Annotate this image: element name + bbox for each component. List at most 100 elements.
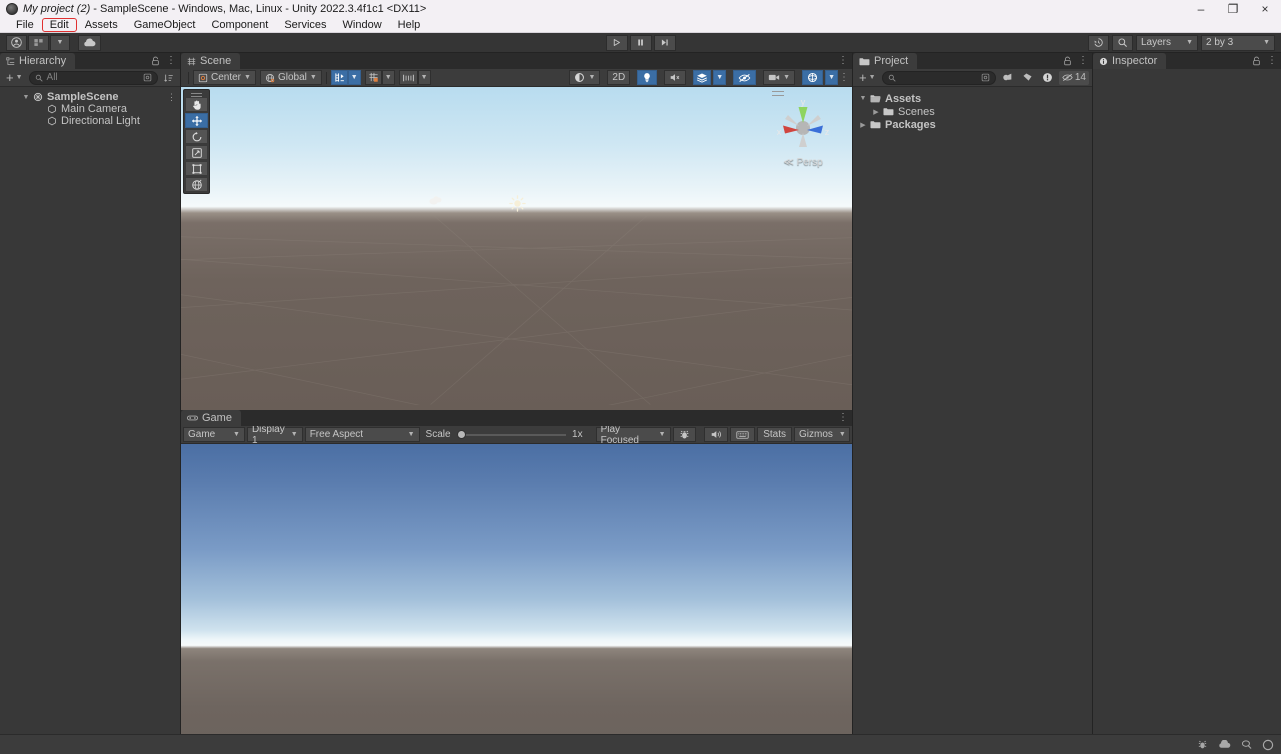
bug-icon[interactable] xyxy=(1195,738,1209,752)
hand-tool[interactable] xyxy=(185,97,208,112)
layout-dropdown[interactable]: 2 by 3▼ xyxy=(1201,35,1275,51)
hierarchy-item-directional-light[interactable]: Directional Light xyxy=(0,115,180,127)
menu-file[interactable]: File xyxy=(8,18,42,32)
more-menu-icon[interactable]: ⋮ xyxy=(1267,55,1277,66)
tab-project[interactable]: Project xyxy=(853,53,917,69)
tab-hierarchy[interactable]: Hierarchy xyxy=(0,53,75,69)
minimize-button[interactable]: – xyxy=(1185,0,1217,17)
game-view-dropdown[interactable]: Game▼ xyxy=(183,427,245,442)
aspect-ratio-dropdown[interactable]: Free Aspect▼ xyxy=(305,427,420,442)
save-search-icon[interactable] xyxy=(981,73,990,82)
vsync-icon[interactable] xyxy=(730,427,755,442)
layers-dropdown[interactable]: Layers▼ xyxy=(1136,35,1198,51)
menu-edit[interactable]: Edit xyxy=(42,18,77,32)
play-button[interactable] xyxy=(606,35,628,51)
menu-assets[interactable]: Assets xyxy=(77,18,126,32)
pivot-mode-button[interactable]: Center ▼ xyxy=(193,70,256,85)
project-item-assets[interactable]: ▼ Assets xyxy=(853,92,1092,105)
scale-tool[interactable] xyxy=(185,145,208,160)
scene-viewport[interactable]: y x z xyxy=(181,87,852,410)
project-search-input[interactable] xyxy=(882,71,996,85)
stats-button[interactable]: Stats xyxy=(757,427,792,442)
debug-bug-icon[interactable] xyxy=(673,427,696,442)
favorite-icon[interactable] xyxy=(999,71,1016,85)
game-gizmos-dropdown[interactable]: Gizmos▼ xyxy=(794,427,850,442)
hierarchy-item-main-camera[interactable]: Main Camera xyxy=(0,103,180,115)
collab-icon[interactable] xyxy=(28,35,49,51)
effects-dropdown[interactable]: ▼ xyxy=(713,70,726,85)
step-button[interactable] xyxy=(654,35,676,51)
game-viewport[interactable] xyxy=(181,444,852,754)
toggle-2d-button[interactable]: 2D xyxy=(607,70,630,85)
shading-mode-button[interactable]: ▼ xyxy=(569,70,600,85)
tab-inspector[interactable]: Inspector xyxy=(1093,53,1166,69)
inspector-body[interactable] xyxy=(1093,69,1281,754)
align-tool-toggle[interactable] xyxy=(399,70,418,85)
more-menu-icon[interactable]: ⋮ xyxy=(838,412,848,423)
align-tool-dropdown[interactable]: ▼ xyxy=(418,70,431,85)
audio-toggle[interactable] xyxy=(664,70,686,85)
hierarchy-tree[interactable]: ▼ SampleScene ⋮ Main Camera Directional xyxy=(0,87,180,754)
snap-increment-dropdown[interactable]: ▼ xyxy=(382,70,395,85)
scene-orientation-gizmo[interactable]: y x z xyxy=(772,97,834,159)
game-view-body[interactable] xyxy=(181,444,852,754)
effects-toggle[interactable] xyxy=(693,70,711,85)
scene-view-body[interactable]: y x z xyxy=(181,87,852,410)
more-menu-icon[interactable]: ⋮ xyxy=(166,55,176,66)
cloud-icon[interactable] xyxy=(1217,738,1231,752)
search-icon[interactable] xyxy=(1112,35,1133,51)
more-menu-icon[interactable]: ⋮ xyxy=(1078,55,1088,66)
add-gameobject-button[interactable]: +▼ xyxy=(3,71,26,85)
project-item-packages[interactable]: ▶ Packages xyxy=(853,118,1092,131)
transform-tool[interactable] xyxy=(185,177,208,192)
pause-button[interactable] xyxy=(630,35,652,51)
menu-gameobject[interactable]: GameObject xyxy=(126,18,204,32)
main-camera-gizmo[interactable] xyxy=(428,195,443,206)
menu-help[interactable]: Help xyxy=(390,18,429,32)
tool-palette-drag-handle[interactable] xyxy=(185,91,208,96)
undo-history-icon[interactable] xyxy=(1088,35,1109,51)
more-menu-icon[interactable]: ⋮ xyxy=(838,55,848,66)
hierarchy-sort-button[interactable] xyxy=(161,71,177,85)
label-icon[interactable] xyxy=(1019,71,1036,85)
scale-slider-knob[interactable] xyxy=(457,430,466,439)
warning-icon[interactable] xyxy=(1039,71,1056,85)
project-item-scenes[interactable]: ▶ Scenes xyxy=(853,105,1092,118)
display-dropdown[interactable]: Display 1▼ xyxy=(247,427,303,442)
more-menu-icon[interactable]: ⋮ xyxy=(167,92,176,103)
rect-tool[interactable] xyxy=(185,161,208,176)
handle-space-button[interactable]: Global ▼ xyxy=(260,70,322,85)
gizmos-dropdown[interactable]: ▼ xyxy=(825,70,838,85)
create-asset-button[interactable]: +▼ xyxy=(856,71,879,85)
gizmos-toggle[interactable] xyxy=(802,70,823,85)
chevron-right-icon[interactable]: ▶ xyxy=(870,108,882,116)
mute-audio-icon[interactable] xyxy=(704,427,728,442)
scene-toolbar-overflow[interactable]: ⋮ xyxy=(839,72,849,83)
cloud-icon[interactable] xyxy=(78,35,101,51)
game-scale-slider[interactable] xyxy=(457,427,566,442)
chevron-down-icon[interactable]: ▼ xyxy=(20,94,32,101)
grid-snap-dropdown[interactable]: ▼ xyxy=(348,70,361,85)
chevron-down-icon[interactable]: ▼ xyxy=(857,95,869,102)
grid-snap-toggle[interactable] xyxy=(331,70,348,85)
tab-scene[interactable]: Scene xyxy=(181,53,240,69)
close-button[interactable]: × xyxy=(1249,0,1281,17)
lock-icon[interactable] xyxy=(1252,56,1261,66)
hidden-packages-button[interactable]: 14 xyxy=(1059,71,1089,85)
search-glass-icon[interactable] xyxy=(1239,738,1253,752)
account-icon[interactable] xyxy=(6,35,27,51)
hierarchy-item-samplescene[interactable]: ▼ SampleScene ⋮ xyxy=(0,91,180,103)
menu-component[interactable]: Component xyxy=(203,18,276,32)
hidden-objects-toggle[interactable] xyxy=(733,70,756,85)
hierarchy-search-input[interactable]: All xyxy=(29,71,158,85)
search-filter-icon[interactable] xyxy=(143,73,152,82)
move-tool[interactable] xyxy=(185,113,208,128)
progress-circle-icon[interactable] xyxy=(1261,738,1275,752)
rotate-tool[interactable] xyxy=(185,129,208,144)
directional-light-gizmo[interactable] xyxy=(509,195,526,212)
lock-icon[interactable] xyxy=(151,56,160,66)
project-tree[interactable]: ▼ Assets ▶ Scenes ▶ Packages xyxy=(853,87,1092,754)
snap-increment-toggle[interactable] xyxy=(365,70,382,85)
menu-services[interactable]: Services xyxy=(276,18,334,32)
tab-game[interactable]: Game xyxy=(181,410,241,426)
